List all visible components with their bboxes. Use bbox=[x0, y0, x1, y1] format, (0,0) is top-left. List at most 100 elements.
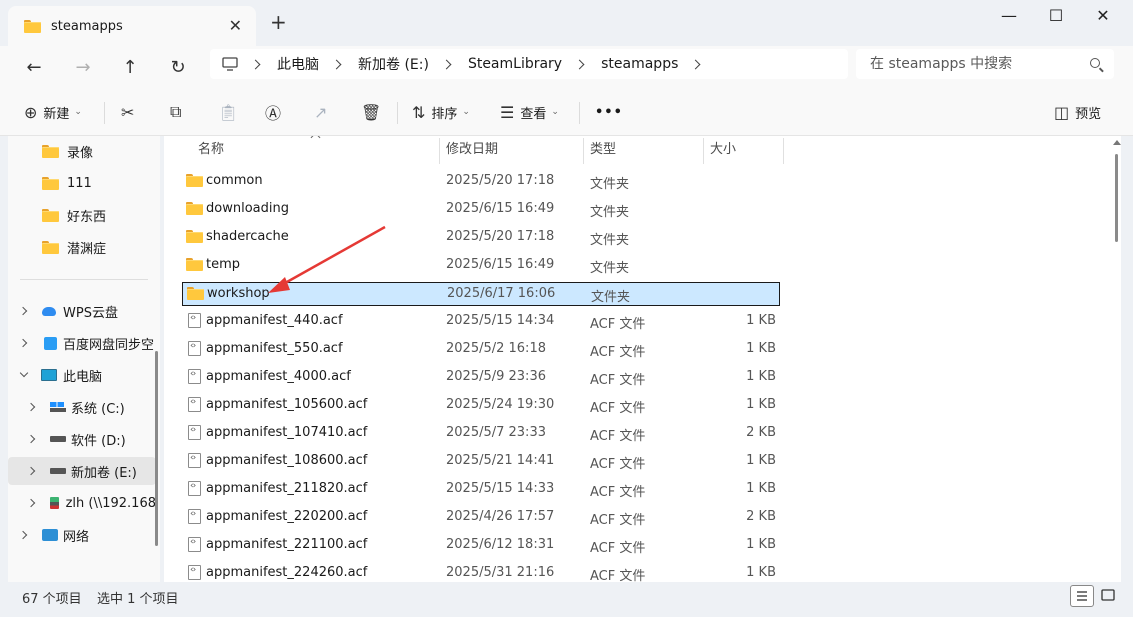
sidebar-item-luxiang[interactable]: 录像 bbox=[8, 137, 156, 165]
chevron-right-icon bbox=[331, 59, 342, 69]
table-row[interactable]: appmanifest_224260.acf 2025/5/31 21:16 ACF… bbox=[182, 562, 780, 582]
table-row[interactable]: shadercache 2025/5/20 17:18 文件夹 bbox=[182, 226, 780, 250]
paste-button[interactable]: 📋︎ bbox=[218, 100, 244, 124]
table-row[interactable]: appmanifest_108600.acf 2025/5/21 14:41 ACF… bbox=[182, 450, 780, 474]
close-tab-icon[interactable]: ✕ bbox=[229, 16, 242, 35]
forward-button[interactable]: → bbox=[69, 54, 97, 82]
folder-icon bbox=[24, 19, 41, 33]
chevron-right-icon[interactable] bbox=[26, 498, 36, 508]
column-divider[interactable] bbox=[703, 138, 704, 164]
rename-button[interactable]: Ⓐ bbox=[265, 100, 287, 124]
breadcrumb-steamapps[interactable]: steamapps bbox=[601, 56, 678, 72]
chevron-down-icon: ⌄ bbox=[551, 107, 559, 117]
share-icon: ↗ bbox=[314, 102, 328, 122]
sort-label: 排序 bbox=[431, 106, 458, 122]
table-row[interactable]: appmanifest_440.acf 2025/5/15 14:34 ACF 文件… bbox=[182, 310, 780, 334]
breadcrumb-steamlibrary[interactable]: SteamLibrary bbox=[468, 56, 562, 72]
sidebar-item-baidu[interactable]: 百度网盘同步空 bbox=[8, 329, 156, 357]
column-header-size[interactable]: 大小 bbox=[710, 136, 736, 164]
table-row[interactable]: downloading 2025/6/15 16:49 文件夹 bbox=[182, 198, 780, 222]
file-type: ACF 文件 bbox=[590, 569, 646, 582]
modified-date: 2025/5/24 19:30 bbox=[446, 397, 555, 412]
sidebar-item-network[interactable]: 网络 bbox=[8, 521, 156, 549]
table-row[interactable]: temp 2025/6/15 16:49 文件夹 bbox=[182, 254, 780, 278]
chevron-right-icon[interactable] bbox=[26, 402, 36, 412]
chevron-right-icon[interactable] bbox=[26, 466, 36, 476]
sidebar-item-drive-e[interactable]: 新加卷 (E:) bbox=[8, 457, 156, 485]
column-divider[interactable] bbox=[583, 138, 584, 164]
back-button[interactable]: ← bbox=[20, 54, 48, 82]
table-row[interactable]: appmanifest_220200.acf 2025/4/26 17:57 ACF… bbox=[182, 506, 780, 530]
breadcrumb-thispc[interactable]: 此电脑 bbox=[277, 54, 319, 74]
table-row[interactable]: common 2025/5/20 17:18 文件夹 bbox=[182, 170, 780, 194]
sidebar-item-drive-c[interactable]: 系统 (C:) bbox=[8, 393, 156, 421]
chevron-right-icon[interactable] bbox=[18, 306, 28, 316]
column-header-date[interactable]: 修改日期 bbox=[446, 136, 498, 164]
chevron-right-icon bbox=[250, 59, 261, 69]
sort-icon: ⇅ bbox=[412, 102, 426, 122]
sidebar-item-thispc[interactable]: 此电脑 bbox=[8, 361, 156, 389]
close-window-button[interactable]: ✕ bbox=[1080, 4, 1126, 28]
column-header-name[interactable]: 名称 bbox=[198, 136, 224, 164]
sidebar-item-haodongxi[interactable]: 好东西 bbox=[8, 201, 156, 229]
column-divider[interactable] bbox=[783, 138, 784, 164]
drive-icon bbox=[50, 468, 66, 474]
new-button[interactable]: ⊕ 新建 ⌄ bbox=[24, 100, 82, 124]
modified-date: 2025/6/15 16:49 bbox=[446, 201, 555, 216]
copy-button[interactable]: ⧉ bbox=[170, 100, 187, 124]
modified-date: 2025/5/2 16:18 bbox=[446, 341, 546, 356]
chevron-right-icon[interactable] bbox=[26, 434, 36, 444]
sidebar-item-label: zlh (\\192.168 bbox=[65, 495, 156, 511]
details-view-button[interactable] bbox=[1070, 585, 1094, 607]
acf-file-icon bbox=[188, 313, 201, 328]
share-button[interactable]: ↗ bbox=[314, 100, 333, 124]
table-row[interactable]: appmanifest_221100.acf 2025/6/12 18:31 ACF… bbox=[182, 534, 780, 558]
table-row[interactable]: appmanifest_211820.acf 2025/5/15 14:33 ACF… bbox=[182, 478, 780, 502]
table-row[interactable]: appmanifest_4000.acf 2025/5/9 23:36 ACF 文件… bbox=[182, 366, 780, 390]
column-header-type[interactable]: 类型 bbox=[590, 136, 616, 164]
sidebar-item-111[interactable]: 111 bbox=[8, 169, 156, 197]
chevron-right-icon bbox=[441, 59, 452, 69]
folder-icon bbox=[186, 202, 203, 215]
tab-steamapps[interactable]: steamapps ✕ bbox=[8, 6, 256, 46]
table-row[interactable]: workshop 2025/6/17 16:06 文件夹 bbox=[182, 282, 780, 306]
sidebar-item-drive-d[interactable]: 软件 (D:) bbox=[8, 425, 156, 453]
view-button[interactable]: ☰ 查看 ⌄ bbox=[500, 100, 559, 124]
chevron-down-icon[interactable] bbox=[19, 368, 29, 378]
large-icons-view-button[interactable] bbox=[1097, 585, 1121, 607]
tab-title: steamapps bbox=[51, 18, 123, 34]
cut-button[interactable]: ✂ bbox=[121, 100, 140, 124]
chevron-right-icon[interactable] bbox=[18, 530, 28, 540]
folder-icon bbox=[187, 287, 204, 300]
more-button[interactable]: ••• bbox=[595, 100, 623, 124]
preview-button[interactable]: ◫ 预览 bbox=[1054, 100, 1101, 124]
scroll-up-arrow[interactable] bbox=[1113, 140, 1121, 145]
sidebar-item-network-drive[interactable]: zlh (\\192.168 bbox=[8, 489, 156, 517]
sort-button[interactable]: ⇅ 排序 ⌄ bbox=[412, 100, 470, 124]
chevron-right-icon[interactable] bbox=[18, 338, 28, 348]
folder-icon bbox=[42, 144, 59, 158]
address-bar[interactable]: 此电脑 新加卷 (E:) SteamLibrary steamapps bbox=[210, 49, 848, 79]
column-divider[interactable] bbox=[439, 138, 440, 164]
rename-icon: Ⓐ bbox=[265, 104, 282, 123]
table-row[interactable]: appmanifest_105600.acf 2025/5/24 19:30 ACF… bbox=[182, 394, 780, 418]
sidebar-item-qianyuanzheng[interactable]: 潜渊症 bbox=[8, 233, 156, 261]
file-name: common bbox=[206, 173, 263, 188]
sidebar-scrollbar[interactable] bbox=[155, 351, 158, 546]
refresh-button[interactable]: ↻ bbox=[164, 54, 192, 82]
delete-button[interactable]: 🗑︎ bbox=[361, 100, 387, 124]
file-name: appmanifest_224260.acf bbox=[206, 565, 368, 580]
breadcrumb-drive-e[interactable]: 新加卷 (E:) bbox=[358, 54, 429, 74]
maximize-button[interactable]: ☐ bbox=[1033, 4, 1079, 28]
search-input[interactable]: 在 steamapps 中搜索 bbox=[856, 49, 1114, 79]
sidebar-item-wps[interactable]: WPS云盘 bbox=[8, 297, 156, 325]
minimize-button[interactable]: — bbox=[986, 4, 1032, 28]
file-type: ACF 文件 bbox=[590, 401, 646, 416]
file-name: downloading bbox=[206, 201, 289, 216]
up-button[interactable]: ↑ bbox=[116, 54, 144, 82]
file-list-scrollbar[interactable] bbox=[1115, 154, 1118, 242]
table-row[interactable]: appmanifest_550.acf 2025/5/2 16:18 ACF 文件 1… bbox=[182, 338, 780, 362]
file-name: temp bbox=[206, 257, 241, 272]
new-tab-button[interactable]: + bbox=[270, 12, 287, 32]
table-row[interactable]: appmanifest_107410.acf 2025/5/7 23:33 ACF … bbox=[182, 422, 780, 446]
